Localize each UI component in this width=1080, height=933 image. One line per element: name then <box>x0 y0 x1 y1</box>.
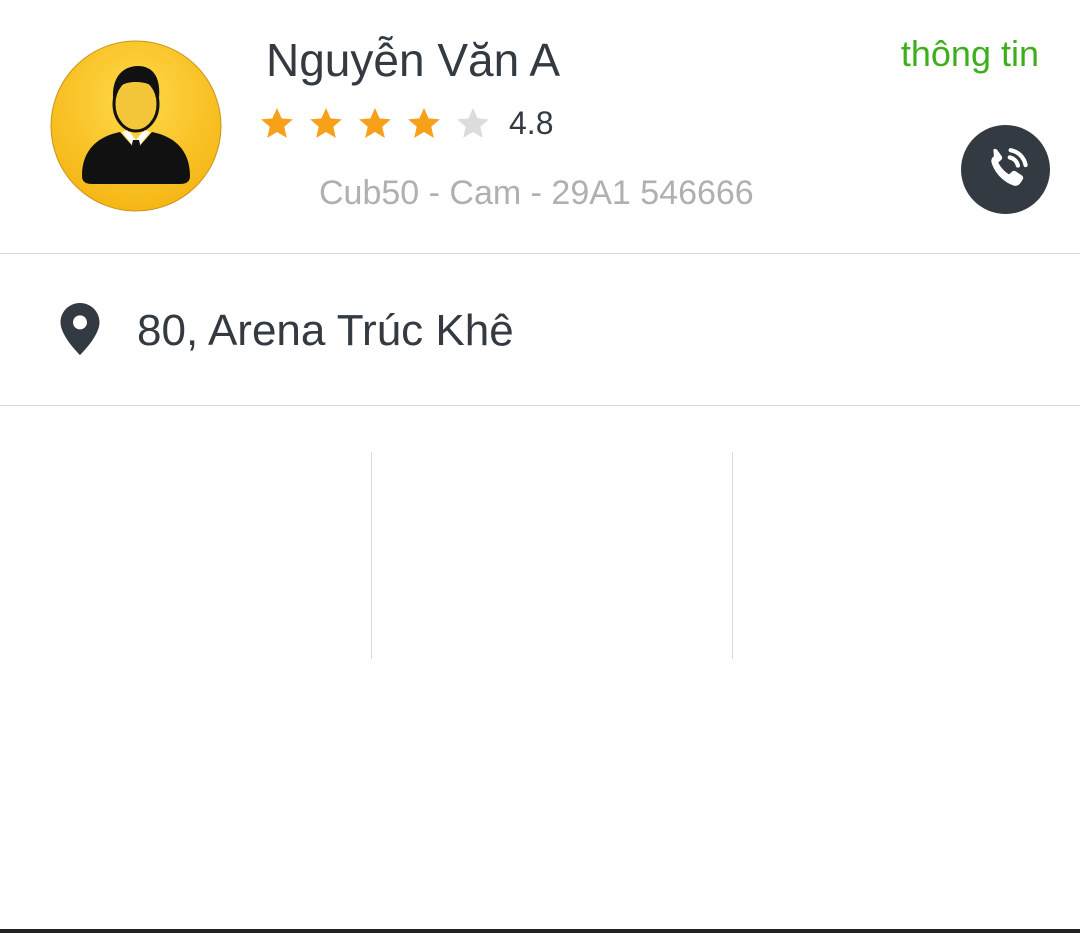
column-separator <box>371 452 372 659</box>
action-cell-1[interactable] <box>0 452 360 659</box>
call-driver-button[interactable] <box>961 125 1050 214</box>
phone-call-icon <box>990 147 1028 186</box>
location-pin-icon <box>60 303 100 355</box>
star-filled-icon <box>261 107 293 138</box>
driver-info-link[interactable]: thông tin <box>901 32 1039 76</box>
driver-avatar-icon <box>50 40 222 212</box>
driver-rating: 4.8 <box>258 103 553 143</box>
column-separator <box>732 452 733 659</box>
rating-value: 4.8 <box>509 105 554 141</box>
star-filled-icon <box>359 107 391 138</box>
driver-name: Nguyễn Văn A <box>266 34 561 86</box>
bottom-edge <box>0 929 1080 933</box>
driver-card: Nguyễn Văn A thông tin 4.8 Cub50 - Cam -… <box>0 0 1080 253</box>
star-filled-icon <box>408 107 440 138</box>
action-cell-2[interactable] <box>360 452 720 659</box>
action-cell-3[interactable] <box>720 452 1080 659</box>
action-row <box>0 452 1080 659</box>
divider <box>0 405 1080 406</box>
star-filled-icon <box>310 107 342 138</box>
star-empty-icon <box>457 107 489 138</box>
pickup-address: 80, Arena Trúc Khê <box>137 306 514 355</box>
vehicle-info: Cub50 - Cam - 29A1 546666 <box>319 174 754 212</box>
